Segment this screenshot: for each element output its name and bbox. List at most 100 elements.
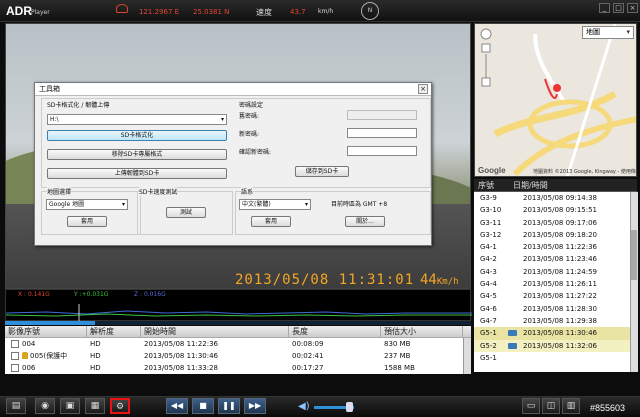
gps-list-row[interactable]: G3-10 2013/05/08 09:15:51 (474, 204, 630, 216)
print-button[interactable]: ▦ (85, 398, 105, 414)
speed-unit: km/h (318, 8, 334, 15)
sd-section-label: SD卡格式化 / 韌體上傳 (47, 102, 110, 109)
gps-row-time: 2013/05/08 09:15:51 (523, 206, 598, 215)
map-copyright: 地圖資料 ©2013 Google, Kingway - 使用條款 (533, 169, 636, 175)
maximize-button[interactable]: □ (613, 3, 624, 13)
column-length[interactable]: 長度 (289, 326, 381, 337)
file-cell-res: HD (87, 362, 141, 374)
save-button[interactable]: ▣ (60, 398, 80, 414)
stop-button[interactable]: ■ (192, 398, 214, 414)
open-folder-button[interactable]: ▤ (6, 398, 26, 414)
language-group (235, 191, 431, 235)
file-rows: 004 HD 2013/05/08 11:22:36 00:08:09 830 MB 00… (5, 338, 471, 374)
file-row[interactable]: 004 HD 2013/05/08 11:22:36 00:08:09 830 MB (5, 338, 471, 350)
gps-row-id: G4-4 (480, 280, 497, 289)
gps-list-row[interactable]: G5-1 (474, 352, 630, 364)
gps-list-row[interactable]: G5-1 2013/05/08 11:30:46 (474, 327, 630, 340)
map-source-select[interactable]: Google 地圖 (46, 199, 128, 210)
gps-list-row[interactable]: G3-11 2013/05/08 09:17:06 (474, 217, 630, 229)
gps-list-row[interactable]: G3-12 2013/05/08 09:18:20 (474, 229, 630, 241)
video-speed-value: 44 (420, 272, 437, 288)
gps-list-row[interactable]: G4-3 2013/05/08 11:24:59 (474, 266, 630, 278)
gps-row-time: 2013/05/08 09:14:38 (523, 194, 598, 202)
map-brand: Google (478, 166, 506, 175)
column-size[interactable]: 預估大小 (381, 326, 463, 337)
volume-icon[interactable]: ◀) (298, 401, 310, 412)
gps-row-time: 2013/05/08 09:17:06 (523, 218, 598, 227)
file-checkbox[interactable] (11, 364, 19, 372)
old-password-field[interactable] (347, 110, 417, 120)
map-type-select[interactable]: 地圖 (582, 26, 634, 39)
file-row[interactable]: 006 HD 2013/05/08 11:33:28 00:17:27 1588 MB (5, 362, 471, 374)
snapshot-button[interactable]: ◉ (35, 398, 55, 414)
column-resolution[interactable]: 解析度 (87, 326, 141, 337)
file-checkbox[interactable] (11, 352, 19, 360)
upload-firmware-button[interactable]: 上傳韌體到SD卡 (47, 168, 227, 179)
file-cell-start: 2013/05/08 11:33:28 (141, 362, 289, 374)
file-cell-text: 006 (22, 364, 36, 372)
layout-button-1[interactable]: ▭ (522, 398, 540, 414)
gps-list-row[interactable]: G4-6 2013/05/08 11:28:30 (474, 303, 630, 315)
column-file-id[interactable]: 影像序號 (5, 326, 87, 337)
map-group (41, 191, 141, 235)
map-apply-button[interactable]: 套用 (67, 216, 107, 227)
video-speed-unit: Km/h (436, 277, 459, 287)
file-cell-text: 1588 MB (384, 364, 415, 372)
file-checkbox[interactable] (11, 340, 19, 348)
dialog-close-button[interactable]: × (418, 84, 428, 94)
language-select[interactable]: 中文(繁體) (239, 199, 311, 210)
pause-button[interactable]: ❚❚ (218, 398, 240, 414)
map-roads (475, 24, 636, 176)
confirm-password-field[interactable] (347, 146, 417, 156)
video-camera-icon (508, 330, 517, 337)
gps-row-id: G4-5 (480, 292, 497, 301)
column-id[interactable]: 序號 (474, 179, 509, 191)
volume-slider-knob[interactable] (346, 402, 353, 412)
gps-list-scrollbar[interactable] (630, 192, 638, 372)
speed-test-label: SD卡速度測試 (139, 187, 178, 196)
drive-select[interactable]: H:\ (47, 114, 227, 125)
file-cell-text: 00:08:09 (292, 340, 324, 348)
gps-latitude: 25.0381 N (193, 8, 230, 16)
file-cell-len: 00:17:27 (289, 362, 381, 374)
map-panel[interactable]: Google 地圖資料 ©2013 Google, Kingway - 使用條款 (474, 23, 637, 177)
file-row[interactable]: 005(保護中 HD 2013/05/08 11:30:46 00:02:41 237 … (5, 350, 471, 362)
gps-list[interactable]: G3-9 2013/05/08 09:14:38 G3-10 2013/05/08 0… (474, 192, 630, 372)
file-table-scrollbar[interactable] (463, 338, 471, 374)
gps-list-row[interactable]: G4-5 2013/05/08 11:27:22 (474, 290, 630, 302)
new-password-field[interactable] (347, 128, 417, 138)
file-cell-text: 830 MB (384, 340, 411, 348)
map-zoom-control[interactable] (479, 28, 493, 88)
print-icon: ▦ (90, 401, 100, 411)
gps-list-row[interactable]: G4-2 2013/05/08 11:23:46 (474, 253, 630, 265)
gps-list-row[interactable]: G4-7 2013/05/08 11:29:38 (474, 315, 630, 327)
minimize-button[interactable]: _ (599, 3, 610, 13)
map-section-label: 地圖選擇 (47, 187, 72, 196)
gps-row-time: 2013/05/08 11:32:06 (523, 341, 598, 350)
file-cell-size: 237 MB (381, 350, 463, 362)
language-apply-button[interactable]: 套用 (251, 216, 291, 227)
save-password-button[interactable]: 儲存到SD卡 (295, 166, 349, 177)
layout-button-2[interactable]: ◫ (542, 398, 560, 414)
gps-list-row[interactable]: G4-1 2013/05/08 11:22:36 (474, 241, 630, 253)
column-datetime[interactable]: 日期/時間 (509, 179, 548, 191)
layout-icon: ◫ (546, 401, 556, 411)
gps-scroll-thumb[interactable] (631, 230, 637, 280)
rewind-button[interactable]: ◀◀ (166, 398, 188, 414)
gps-list-row[interactable]: G4-4 2013/05/08 11:26:11 (474, 278, 630, 290)
sd-format-button[interactable]: SD卡格式化 (47, 130, 227, 141)
fast-forward-button[interactable]: ▶▶ (244, 398, 266, 414)
tools-button[interactable]: ⚙ (110, 398, 130, 414)
layout-button-3[interactable]: ▥ (562, 398, 580, 414)
gps-row-id: G4-1 (480, 243, 497, 252)
remove-format-button[interactable]: 移除SD卡專屬格式 (47, 149, 227, 160)
about-button[interactable]: 關於... (345, 216, 385, 227)
gps-list-row[interactable]: G3-9 2013/05/08 09:14:38 (474, 192, 630, 204)
column-start-time[interactable]: 開始時間 (141, 326, 289, 337)
video-speed: 44Km/h (420, 272, 459, 288)
zoom-slider-icon (480, 28, 492, 87)
app-logo: ADR (6, 4, 32, 18)
speed-test-button[interactable]: 測試 (166, 207, 206, 218)
gps-list-row[interactable]: G5-2 2013/05/08 11:32:06 (474, 339, 630, 352)
close-button[interactable]: × (627, 3, 638, 13)
